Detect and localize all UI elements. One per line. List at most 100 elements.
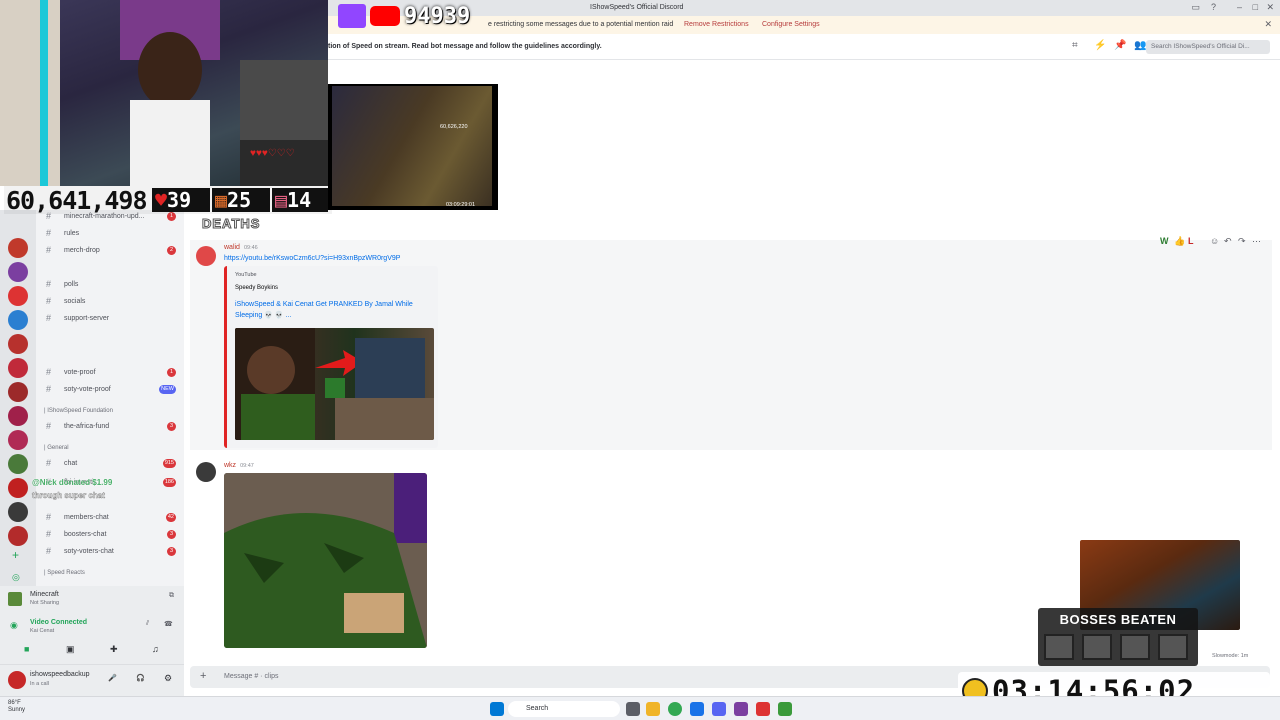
youtube-link[interactable]: https://youtu.be/rKswoCzm6cU?si=H93xnBpz… [224, 255, 400, 262]
server-icon[interactable] [8, 454, 28, 474]
server-icon[interactable] [8, 286, 28, 306]
remove-restrictions-link[interactable]: Remove Restrictions [684, 21, 749, 28]
file-explorer-icon[interactable] [646, 702, 660, 716]
author-name[interactable]: wkz [224, 462, 236, 469]
app-icon[interactable] [734, 702, 748, 716]
close-notice-icon[interactable]: ✕ [1264, 19, 1272, 30]
voice-status-sub: Kai Cenat [30, 628, 55, 634]
add-server-icon[interactable]: + [12, 548, 19, 562]
server-icon[interactable] [8, 406, 28, 426]
windows-start-icon[interactable] [490, 702, 504, 716]
deaths-label: DEATHS [201, 216, 261, 232]
server-icon[interactable] [8, 526, 28, 546]
headphones-icon[interactable]: 🎧 [136, 674, 145, 682]
raid-notice-text: e restricting some messages due to a pot… [488, 21, 674, 28]
forward-icon[interactable]: ↷ [1238, 236, 1246, 247]
server-icon[interactable] [8, 310, 28, 330]
minimize-icon[interactable]: – [1237, 2, 1242, 12]
threads-icon[interactable]: ⌗ [1072, 40, 1078, 51]
user-panel: ishowspeedbackup In a call 🎤 🎧 ⚙ [0, 664, 184, 696]
notifications-icon[interactable]: ⚡ [1094, 40, 1106, 51]
sidebar-channel[interactable]: # polls [40, 278, 180, 292]
kills-stat: ▤14 [272, 188, 328, 212]
sidebar-channel[interactable]: # rules [40, 227, 180, 241]
image-attachment[interactable] [224, 473, 427, 648]
game-scene [332, 86, 492, 206]
task-view-icon[interactable] [626, 702, 640, 716]
settings-gear-icon[interactable]: ⚙ [164, 673, 172, 684]
obs-icon[interactable] [756, 702, 770, 716]
reaction-l-icon[interactable]: L [1188, 236, 1194, 246]
sidebar-channel[interactable]: # members-chat 42 [40, 511, 180, 525]
server-icon[interactable] [8, 502, 28, 522]
message-author[interactable]: wkz 09:47 [224, 462, 254, 469]
help-icon[interactable]: ? [1211, 2, 1216, 12]
reaction-thumbs-icon[interactable]: 👍 [1174, 236, 1185, 247]
sidebar-channel[interactable]: # boosters-chat 3 [40, 528, 180, 542]
mic-icon[interactable]: 🎤 [108, 674, 117, 682]
sidebar-channel[interactable]: # support-server [40, 312, 180, 326]
disconnect-icon[interactable]: ☎ [164, 620, 173, 628]
username[interactable]: ishowspeedbackup [30, 671, 90, 678]
members-icon[interactable]: 👥 [1134, 40, 1146, 51]
avatar[interactable] [196, 462, 216, 482]
category-reacts[interactable]: | Speed Reacts [44, 570, 85, 576]
weather-widget[interactable]: 86°F Sunny [8, 700, 25, 714]
pin-icon[interactable]: 📌 [1114, 40, 1126, 51]
inbox-icon[interactable]: ▭ [1191, 2, 1200, 13]
activity-icon[interactable]: ✚ [110, 644, 118, 655]
embed-provider: YouTube [235, 272, 257, 278]
reply-icon[interactable]: ↶ [1224, 236, 1232, 247]
sidebar-channel[interactable]: # chat 915 [40, 457, 180, 471]
sidebar-channel[interactable]: # soty-vote-proof NEW [40, 383, 180, 397]
sidebar-channel[interactable]: # socials [40, 295, 180, 309]
noise-suppression-icon[interactable]: ⫽ [146, 620, 149, 628]
server-icon[interactable] [8, 358, 28, 378]
close-window-icon[interactable]: ✕ [1266, 2, 1274, 13]
youtube-embed: YouTube Speedy Boykins iShowSpeed & Kai … [224, 266, 438, 448]
youtube-icon [370, 6, 400, 26]
maximize-icon[interactable]: □ [1253, 2, 1258, 12]
screen-share-icon[interactable]: ⧉ [169, 592, 174, 600]
discord-icon[interactable] [712, 702, 726, 716]
server-icon[interactable] [8, 478, 28, 498]
configure-settings-link[interactable]: Configure Settings [762, 21, 820, 28]
message-timestamp: 09:46 [243, 245, 258, 251]
twitch-icon [338, 4, 366, 28]
sidebar-channel[interactable]: # vote-proof 1 [40, 366, 180, 380]
discover-icon[interactable]: ◎ [12, 572, 20, 583]
server-icon[interactable] [8, 238, 28, 258]
more-icon[interactable]: ⋯ [1252, 236, 1261, 247]
category-general[interactable]: | General [44, 445, 69, 451]
search-input[interactable]: Search IShowSpeed's Official Di... [1146, 40, 1270, 54]
sidebar-channel[interactable]: # merch-drop 2 [40, 244, 180, 258]
heart-icon: ♥ [155, 188, 168, 212]
add-reaction-icon[interactable]: ☺ [1210, 236, 1219, 246]
attach-plus-icon[interactable]: + [200, 670, 206, 682]
sidebar-channel[interactable]: # the-africa-fund 3 [40, 420, 180, 434]
category-foundation[interactable]: | IShowSpeed Foundation [44, 408, 113, 414]
message-author[interactable]: walid 09:46 [224, 244, 258, 251]
embed-video-title[interactable]: iShowSpeed & Kai Cenat Get PRANKED By Ja… [235, 299, 435, 321]
creeper-icon [325, 378, 345, 398]
sidebar-channel[interactable]: # soty-voters-chat 3 [40, 545, 180, 559]
embed-channel[interactable]: Speedy Boykins [235, 285, 278, 291]
server-icon[interactable] [8, 334, 28, 354]
avatar[interactable] [196, 246, 216, 266]
chrome-icon[interactable] [668, 702, 682, 716]
app-icon[interactable] [690, 702, 704, 716]
avatar[interactable] [8, 671, 26, 689]
author-name[interactable]: walid [224, 244, 240, 251]
reaction-w-icon[interactable]: W [1160, 236, 1169, 246]
camera-icon[interactable]: ■ [24, 644, 29, 654]
minecraft-taskbar-icon[interactable] [778, 702, 792, 716]
screen-icon[interactable]: ▣ [66, 644, 75, 655]
server-icon[interactable] [8, 430, 28, 450]
server-icon[interactable] [8, 262, 28, 282]
soundboard-icon[interactable]: ♫ [152, 644, 159, 654]
channel-topic: tion of Speed on stream. Read bot messag… [328, 43, 602, 50]
server-icon[interactable] [8, 382, 28, 402]
taskbar-search[interactable]: Search [508, 701, 620, 717]
activity-sub: Not Sharing [30, 600, 60, 606]
video-thumbnail[interactable] [235, 328, 434, 440]
